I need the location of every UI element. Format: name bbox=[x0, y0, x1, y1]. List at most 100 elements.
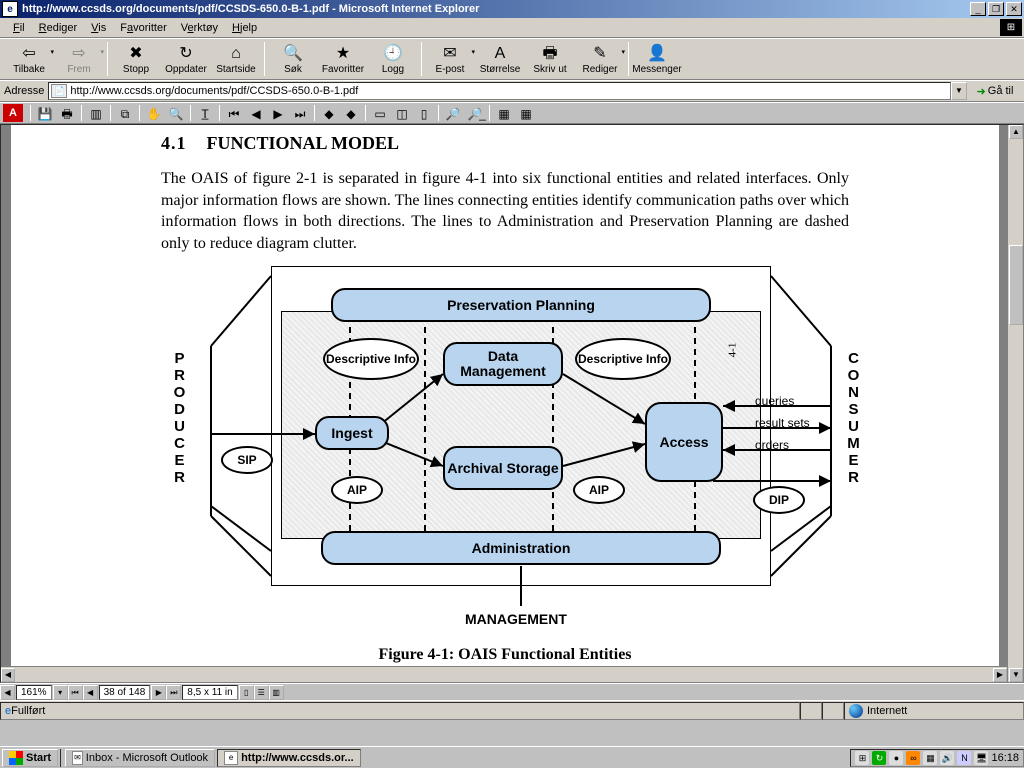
scroll-thumb[interactable] bbox=[1009, 245, 1023, 325]
messenger-button[interactable]: 👤Messenger bbox=[632, 40, 682, 78]
data-management-node: Data Management bbox=[443, 342, 563, 386]
search-button[interactable]: 🔍Søk bbox=[268, 40, 318, 78]
ingest-node: Ingest bbox=[315, 416, 389, 450]
print-button[interactable]: 🖶Skriv ut bbox=[525, 40, 575, 78]
fit-width-icon[interactable]: ▯ bbox=[413, 104, 435, 122]
menu-favoritter[interactable]: Favoritter bbox=[113, 20, 173, 36]
tray-volume-icon[interactable]: 🔊 bbox=[940, 751, 954, 765]
window-title: http://www.ccsds.org/documents/pdf/CCSDS… bbox=[22, 3, 970, 15]
copy-icon[interactable]: ⧉ bbox=[114, 104, 136, 122]
ie-status-bar: e Fullført Internett bbox=[0, 700, 1024, 720]
address-bar: Adresse 📄 http://www.ccsds.org/documents… bbox=[0, 80, 1024, 102]
tray-icon[interactable]: ▦ bbox=[923, 751, 937, 765]
menu-rediger[interactable]: Rediger bbox=[32, 20, 85, 36]
ext1-icon[interactable]: ▦ bbox=[493, 104, 515, 122]
next-view-icon[interactable]: ◆ bbox=[340, 104, 362, 122]
preservation-planning-node: Preservation Planning bbox=[331, 288, 711, 322]
tray-icon[interactable]: ∞ bbox=[906, 751, 920, 765]
scroll-right-icon[interactable]: ▶ bbox=[993, 668, 1007, 682]
menu-hjelp[interactable]: Hjelp bbox=[225, 20, 264, 36]
search-pane-icon[interactable]: 🔎̲ bbox=[464, 104, 486, 122]
tray-icon[interactable]: ● bbox=[889, 751, 903, 765]
tray-icon[interactable]: ⊞ bbox=[855, 751, 869, 765]
toolbar-separator bbox=[107, 42, 108, 76]
access-node: Access bbox=[645, 402, 723, 482]
close-button[interactable]: ✕ bbox=[1006, 2, 1022, 16]
status-text: Fullført bbox=[11, 705, 45, 717]
layout-facing-icon[interactable]: ▥ bbox=[269, 685, 284, 700]
system-tray[interactable]: ⊞ ↻ ● ∞ ▦ 🔊 N 🖥 16:18 bbox=[850, 749, 1024, 767]
address-url: http://www.ccsds.org/documents/pdf/CCSDS… bbox=[70, 85, 358, 97]
zoom-tool-icon[interactable]: 🔍 bbox=[165, 104, 187, 122]
menu-fil[interactable]: Fil bbox=[6, 20, 32, 36]
refresh-button[interactable]: ↻Oppdater bbox=[161, 40, 211, 78]
page-display[interactable]: 38 of 148 bbox=[99, 685, 151, 700]
minimize-button[interactable]: _ bbox=[970, 2, 986, 16]
address-label: Adresse bbox=[4, 85, 44, 97]
orders-label: orders bbox=[755, 438, 789, 452]
address-input[interactable]: 📄 http://www.ccsds.org/documents/pdf/CCS… bbox=[48, 82, 951, 100]
ext2-icon[interactable]: ▦ bbox=[515, 104, 537, 122]
hand-tool-icon[interactable]: ✋ bbox=[143, 104, 165, 122]
menu-verktoy[interactable]: Verktøy bbox=[174, 20, 225, 36]
taskbar: Start ✉ Inbox - Microsoft Outlook e http… bbox=[0, 746, 1024, 768]
favorites-button[interactable]: ★Favoritter bbox=[318, 40, 368, 78]
tray-icon[interactable]: 🖥 bbox=[974, 751, 988, 765]
save-icon[interactable]: 💾 bbox=[34, 104, 56, 122]
zoom-dd-icon[interactable]: ▾ bbox=[53, 685, 68, 700]
prev-page-icon[interactable]: ◀ bbox=[245, 104, 267, 122]
print-icon[interactable]: 🖶 bbox=[56, 104, 78, 122]
task-outlook[interactable]: ✉ Inbox - Microsoft Outlook bbox=[65, 749, 215, 767]
tray-icon[interactable]: ↻ bbox=[872, 751, 886, 765]
first-page-btn[interactable]: ⏮ bbox=[68, 685, 83, 700]
forward-button[interactable]: ⇨Frem▾ bbox=[54, 40, 104, 78]
start-button[interactable]: Start bbox=[2, 749, 58, 767]
last-page-icon[interactable]: ⏭ bbox=[289, 104, 311, 122]
mail-button[interactable]: ✉E-post▾ bbox=[425, 40, 475, 78]
text-select-icon[interactable]: T̲ bbox=[194, 104, 216, 122]
zone-pane: Internett bbox=[844, 702, 1024, 720]
scroll-left-btn[interactable]: ◀ bbox=[0, 685, 15, 700]
task-ie[interactable]: e http://www.ccsds.or... bbox=[217, 749, 361, 767]
back-button[interactable]: ⇦Tilbake▾ bbox=[4, 40, 54, 78]
next-page-btn[interactable]: ▶ bbox=[151, 685, 166, 700]
find-icon[interactable]: 🔎 bbox=[442, 104, 464, 122]
first-page-icon[interactable]: ⏮ bbox=[223, 104, 245, 122]
app-icon: e bbox=[2, 1, 18, 17]
queries-label: queries bbox=[755, 394, 794, 408]
next-page-icon[interactable]: ▶ bbox=[267, 104, 289, 122]
result-sets-label: result sets bbox=[755, 416, 810, 430]
prev-page-btn[interactable]: ◀ bbox=[83, 685, 98, 700]
zoom-display[interactable]: 161% bbox=[16, 685, 52, 700]
fit-page-icon[interactable]: ◫ bbox=[391, 104, 413, 122]
ie-throbber-icon: ⊞ bbox=[1000, 19, 1022, 36]
address-dropdown-button[interactable]: ▼ bbox=[951, 82, 967, 100]
scroll-left-icon[interactable]: ◀ bbox=[1, 668, 15, 682]
scroll-up-icon[interactable]: ▲ bbox=[1009, 125, 1023, 139]
home-button[interactable]: ⌂Startside bbox=[211, 40, 261, 78]
page-size-display: 8,5 x 11 in bbox=[182, 685, 237, 700]
menu-vis[interactable]: Vis bbox=[84, 20, 113, 36]
restore-button[interactable]: ❐ bbox=[988, 2, 1004, 16]
go-button[interactable]: ➜Gå til bbox=[970, 82, 1020, 100]
vertical-scrollbar[interactable]: ▲ ▼ bbox=[1007, 125, 1023, 682]
last-page-btn[interactable]: ⏭ bbox=[166, 685, 181, 700]
size-button[interactable]: AStørrelse bbox=[475, 40, 525, 78]
prev-view-icon[interactable]: ◆ bbox=[318, 104, 340, 122]
edit-button[interactable]: ✎Rediger▾ bbox=[575, 40, 625, 78]
pdf-viewport: 4.1FUNCTIONAL MODEL The OAIS of figure 2… bbox=[0, 124, 1024, 683]
tray-icon[interactable]: N bbox=[957, 751, 971, 765]
layout-single-icon[interactable]: ▯ bbox=[239, 685, 254, 700]
horizontal-scrollbar[interactable]: ◀ ▶ bbox=[1, 666, 1007, 682]
history-button[interactable]: 🕘Logg bbox=[368, 40, 418, 78]
producer-label: PRODUCER bbox=[171, 350, 188, 486]
scroll-down-icon[interactable]: ▼ bbox=[1009, 668, 1023, 682]
window-title-bar: e http://www.ccsds.org/documents/pdf/CCS… bbox=[0, 0, 1024, 18]
clock: 16:18 bbox=[991, 752, 1019, 764]
stop-button[interactable]: ✖Stopp bbox=[111, 40, 161, 78]
show-pane-icon[interactable]: ▥ bbox=[85, 104, 107, 122]
actual-size-icon[interactable]: ▭ bbox=[369, 104, 391, 122]
pdf-page: 4.1FUNCTIONAL MODEL The OAIS of figure 2… bbox=[11, 125, 999, 673]
administration-node: Administration bbox=[321, 531, 721, 565]
layout-cont-icon[interactable]: ☰ bbox=[254, 685, 269, 700]
